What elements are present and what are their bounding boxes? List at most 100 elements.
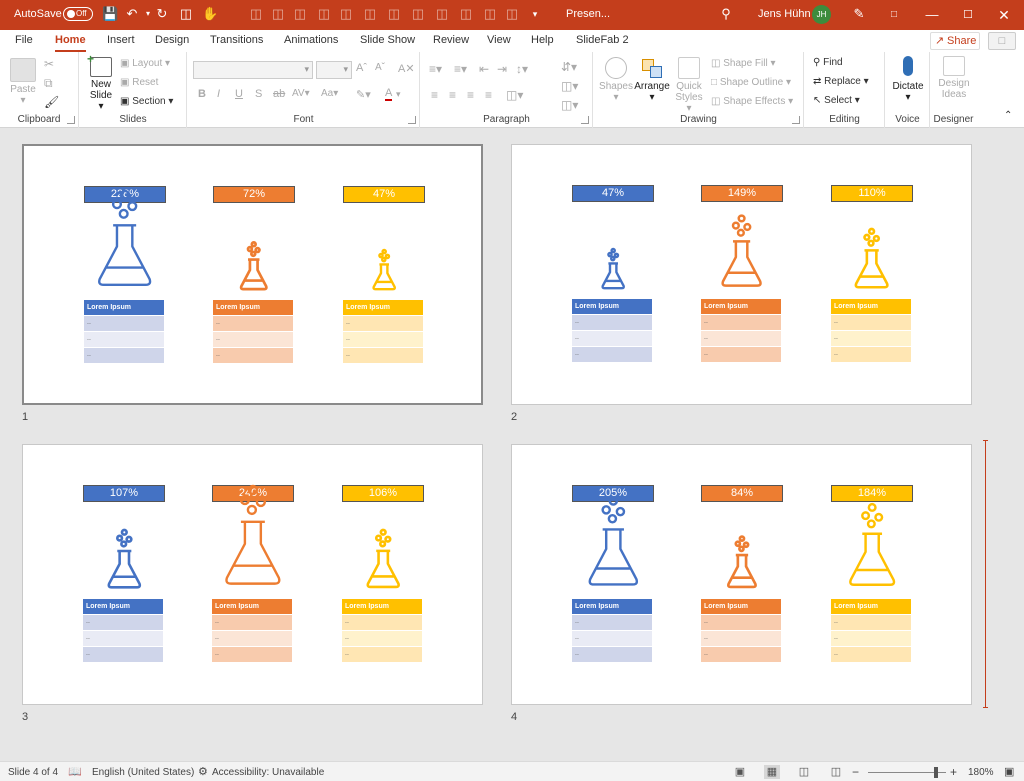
collapse-ribbon-icon[interactable]: ⌃: [1004, 110, 1012, 121]
italic-icon[interactable]: I: [217, 88, 220, 100]
text-direction-icon[interactable]: ⇵▾: [561, 60, 577, 74]
strikethrough-icon[interactable]: ab: [273, 88, 285, 100]
accessibility-status[interactable]: Accessibility: Unavailable: [212, 767, 324, 778]
save-icon[interactable]: 💾: [102, 6, 118, 22]
bullets-icon[interactable]: ≡▾: [429, 62, 442, 76]
align-top-icon[interactable]: ◫: [316, 6, 332, 22]
find-button[interactable]: ⚲ Find: [813, 57, 843, 68]
slide-sorter-view-icon[interactable]: ▦: [764, 765, 780, 779]
tab-transitions[interactable]: Transitions: [210, 34, 263, 46]
flip-icon[interactable]: ◫: [504, 6, 520, 22]
reading-view-icon[interactable]: ◫: [796, 765, 812, 779]
comments-button[interactable]: □: [988, 32, 1016, 50]
present-icon[interactable]: ◫: [178, 6, 194, 22]
zoom-out-icon[interactable]: −: [852, 765, 859, 779]
shape-fill-button[interactable]: ◫ Shape Fill ▾: [711, 58, 776, 69]
increase-font-icon[interactable]: Aˆ: [356, 62, 367, 74]
user-name[interactable]: Jens Hühn: [758, 8, 811, 20]
minimize-icon[interactable]: —: [922, 6, 942, 24]
cut-icon[interactable]: ✂: [44, 57, 54, 71]
search-icon[interactable]: ⚲: [718, 6, 734, 22]
tab-help[interactable]: Help: [531, 34, 554, 46]
numbering-icon[interactable]: ≡▾: [454, 62, 467, 76]
paste-button[interactable]: Paste ▾: [8, 58, 38, 106]
slideshow-view-icon[interactable]: ◫: [828, 765, 844, 779]
dictate-button[interactable]: Dictate ▾: [889, 56, 927, 103]
smartart-icon[interactable]: ◫▾: [561, 98, 578, 112]
bold-icon[interactable]: B: [198, 88, 206, 100]
normal-view-icon[interactable]: ▣: [732, 765, 748, 779]
align-left-icon[interactable]: ◫: [248, 6, 264, 22]
bring-front-icon[interactable]: ◫: [434, 6, 450, 22]
line-spacing-icon[interactable]: ↕▾: [516, 62, 528, 76]
redo-icon[interactable]: ↻: [154, 6, 170, 22]
fit-slide-icon[interactable]: ▣: [1004, 765, 1014, 778]
tab-slidefab[interactable]: SlideFab 2: [576, 34, 629, 46]
slide-counter[interactable]: Slide 4 of 4: [8, 767, 58, 778]
maximize-icon[interactable]: ☐: [958, 6, 978, 24]
center-text-icon[interactable]: ≡: [449, 88, 456, 102]
underline-icon[interactable]: U: [235, 88, 243, 100]
share-button[interactable]: ↗ Share: [930, 32, 980, 50]
decrease-indent-icon[interactable]: ⇤: [479, 62, 489, 76]
align-text-icon[interactable]: ◫▾: [561, 79, 578, 93]
shape-outline-button[interactable]: □ Shape Outline ▾: [711, 77, 791, 88]
align-middle-icon[interactable]: ◫: [338, 6, 354, 22]
replace-button[interactable]: ⇄ Replace ▾: [813, 76, 869, 87]
justify-icon[interactable]: ≡: [485, 88, 492, 102]
highlight-icon[interactable]: ✎▾: [356, 88, 371, 101]
customize-toolbar-icon[interactable]: ▾: [527, 6, 543, 22]
rotate-icon[interactable]: ◫: [482, 6, 498, 22]
tab-view[interactable]: View: [487, 34, 511, 46]
new-slide-button[interactable]: + New Slide ▾: [86, 53, 116, 112]
align-right-icon[interactable]: ◫: [292, 6, 308, 22]
layout-button[interactable]: ▣ Layout ▾: [120, 58, 170, 69]
distribute-icon[interactable]: ◫: [386, 6, 402, 22]
shapes-button[interactable]: Shapes ▾: [598, 57, 634, 103]
align-right-text-icon[interactable]: ≡: [467, 88, 474, 102]
section-button[interactable]: ▣ Section ▾: [120, 96, 173, 107]
char-spacing-icon[interactable]: AV▾: [292, 88, 310, 99]
quick-styles-button[interactable]: Quick Styles ▾: [672, 57, 706, 114]
tab-home[interactable]: Home: [55, 34, 86, 52]
touch-mode-icon[interactable]: ✋: [202, 6, 218, 22]
zoom-slider-thumb[interactable]: [934, 767, 938, 778]
slide-thumbnail-3[interactable]: 107% Lorem Ipsum...... 240% Lorem Ipsum....…: [22, 444, 483, 705]
tab-file[interactable]: File: [15, 34, 33, 46]
pen-icon[interactable]: ✎: [851, 6, 867, 22]
notes-book-icon[interactable]: 📖: [68, 765, 82, 778]
avatar[interactable]: JH: [812, 5, 831, 24]
font-color-dropdown-icon[interactable]: ▾: [396, 89, 401, 100]
font-size-select[interactable]: ▾: [316, 61, 352, 79]
tab-design[interactable]: Design: [155, 34, 189, 46]
clear-format-icon[interactable]: A✕: [398, 62, 415, 75]
slide-thumbnail-1[interactable]: 228% Lorem Ipsum...... 72% Lorem Ipsum.....…: [22, 144, 483, 405]
zoom-in-icon[interactable]: +: [950, 765, 957, 779]
drawing-launcher-icon[interactable]: [792, 116, 800, 124]
shape-effects-button[interactable]: ◫ Shape Effects ▾: [711, 96, 793, 107]
design-ideas-button[interactable]: Design Ideas: [934, 56, 974, 100]
tab-review[interactable]: Review: [433, 34, 469, 46]
decrease-font-icon[interactable]: Aˇ: [375, 62, 385, 73]
select-button[interactable]: ↖ Select ▾: [813, 95, 860, 106]
align-left-text-icon[interactable]: ≡: [431, 88, 438, 102]
reset-button[interactable]: ▣ Reset: [120, 77, 158, 88]
zoom-level[interactable]: 180%: [968, 767, 994, 778]
font-name-select[interactable]: ▾: [193, 61, 313, 79]
tab-animations[interactable]: Animations: [284, 34, 338, 46]
slide-thumbnail-2[interactable]: 47% Lorem Ipsum...... 149% Lorem Ipsum.....…: [511, 144, 972, 405]
language-status[interactable]: English (United States): [92, 767, 194, 778]
autosave-toggle[interactable]: Off: [63, 7, 93, 21]
increase-indent-icon[interactable]: ⇥: [497, 62, 507, 76]
copy-icon[interactable]: ⧉: [44, 76, 53, 91]
ribbon-display-icon[interactable]: □: [884, 6, 904, 24]
format-painter-icon[interactable]: 🖌: [44, 95, 59, 109]
change-case-icon[interactable]: Aa▾: [321, 88, 338, 99]
slide-thumbnail-4[interactable]: 205% Lorem Ipsum...... 84% Lorem Ipsum.....…: [511, 444, 972, 705]
align-bottom-icon[interactable]: ◫: [362, 6, 378, 22]
paragraph-launcher-icon[interactable]: [581, 116, 589, 124]
tab-slide-show[interactable]: Slide Show: [360, 34, 415, 46]
clipboard-launcher-icon[interactable]: [67, 116, 75, 124]
shadow-icon[interactable]: S: [255, 88, 262, 100]
tab-insert[interactable]: Insert: [107, 34, 135, 46]
